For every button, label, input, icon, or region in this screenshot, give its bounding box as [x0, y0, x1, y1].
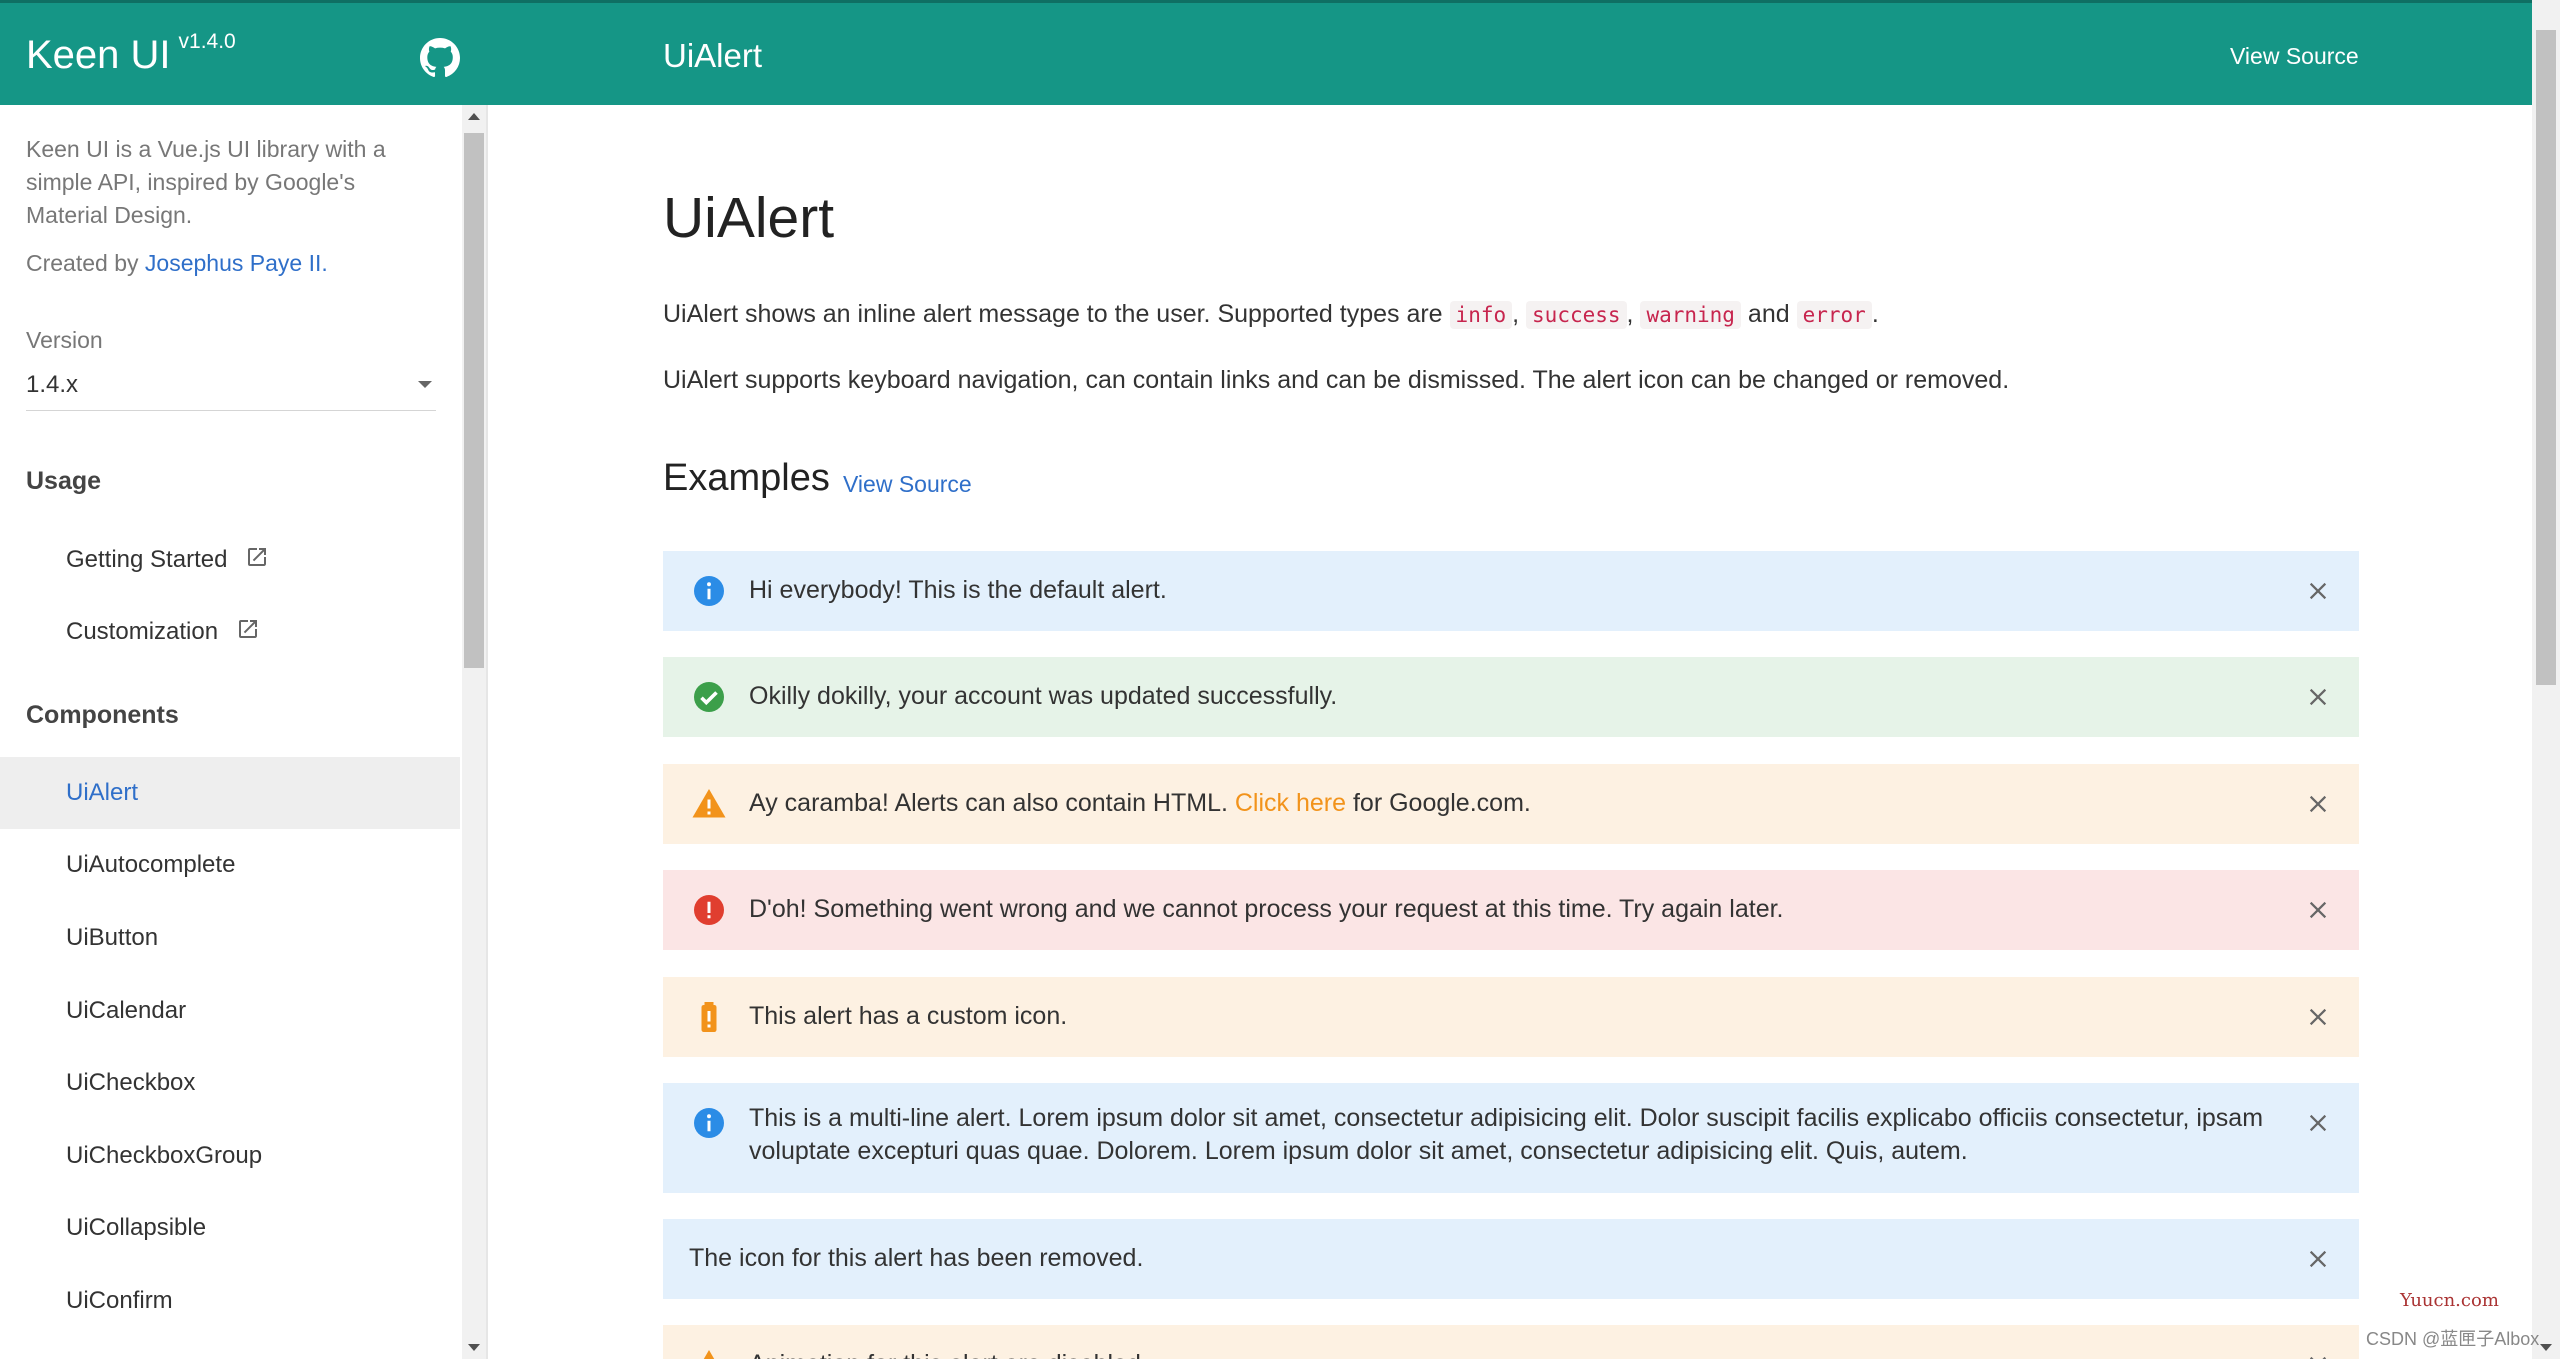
- intro-paragraph: UiAlert shows an inline alert message to…: [663, 300, 1879, 329]
- sidebar-item-label: UiAlert: [66, 779, 139, 806]
- watermark-site: Yuucn.com: [2400, 1290, 2499, 1311]
- alert-message: This alert has a custom icon.: [749, 1002, 1068, 1030]
- app-header: Keen UI v1.4.0 UiAlert View Source: [0, 0, 2532, 105]
- scroll-up-icon[interactable]: [468, 113, 480, 120]
- alert-multi-line: This is a multi-line alert. Lorem ipsum …: [663, 1083, 2359, 1193]
- usage-heading: Usage: [26, 467, 102, 495]
- alert-message: This is a multi-line alert. Lorem ipsum …: [749, 1104, 2264, 1165]
- alert-success: Okilly dokilly, your account was updated…: [663, 657, 2359, 737]
- sidebar-description: Keen UI is a Vue.js UI library with a si…: [26, 136, 386, 228]
- alert-message: Animation for this alert are disabled.: [749, 1348, 2269, 1359]
- github-icon[interactable]: [420, 38, 460, 78]
- type-success: success: [1526, 301, 1627, 329]
- sidebar-scrollbar[interactable]: [462, 105, 486, 1359]
- brand[interactable]: Keen UI v1.4.0: [26, 30, 236, 78]
- info-icon: [694, 576, 724, 606]
- brand-version: v1.4.0: [178, 30, 236, 53]
- sidebar-item-uicheckboxgroup[interactable]: UiCheckboxGroup: [0, 1120, 460, 1192]
- close-icon[interactable]: [2307, 1248, 2329, 1270]
- alert-no-icon: The icon for this alert has been removed…: [663, 1219, 2359, 1299]
- error-icon: [694, 895, 724, 925]
- alert-text-before: Ay caramba! Alerts can also contain HTML…: [749, 789, 1235, 817]
- alert-message: D'oh! Something went wrong and we cannot…: [749, 895, 1784, 923]
- components-heading: Components: [26, 701, 179, 729]
- header-view-source-link[interactable]: View Source: [2230, 43, 2359, 70]
- author-link[interactable]: Josephus Paye II.: [145, 250, 328, 276]
- sidebar-item-uicheckbox[interactable]: UiCheckbox: [0, 1047, 460, 1119]
- watermark-credit: CSDN @蓝匣子Albox: [2366, 1329, 2540, 1349]
- alert-message: Okilly dokilly, your account was updated…: [749, 682, 1338, 710]
- alert-message: Ay caramba! Alerts can also contain HTML…: [749, 787, 2269, 820]
- intro-and: and: [1747, 300, 1790, 328]
- examples-heading: Examples: [663, 457, 830, 499]
- alert-info: Hi everybody! This is the default alert.: [663, 551, 2359, 631]
- sidebar-item-label: Getting Started: [66, 546, 228, 573]
- sidebar-item-label: Customization: [66, 618, 219, 645]
- sidebar-item-uicalendar[interactable]: UiCalendar: [0, 975, 460, 1047]
- sidebar-item-label: UiAutocomplete: [66, 851, 236, 878]
- brand-name[interactable]: Keen UI: [26, 33, 171, 77]
- alert-message: Hi everybody! This is the default alert.: [749, 576, 1167, 604]
- intro-period: .: [1871, 300, 1879, 328]
- close-icon[interactable]: [2307, 686, 2329, 708]
- type-warning: warning: [1640, 301, 1741, 329]
- sidebar-scrollbar-thumb[interactable]: [464, 133, 484, 668]
- header-title: UiAlert: [663, 37, 763, 74]
- page-scrollbar-thumb[interactable]: [2536, 30, 2556, 685]
- sidebar-item-label: UiCheckbox: [66, 1069, 196, 1096]
- type-info: info: [1449, 301, 1513, 329]
- sidebar-item-getting-started[interactable]: Getting Started: [0, 523, 460, 595]
- close-icon[interactable]: [2307, 1006, 2329, 1028]
- sidebar-item-uialert[interactable]: UiAlert: [0, 757, 460, 829]
- alert-custom-icon: This alert has a custom icon.: [663, 977, 2359, 1057]
- sidebar-item-uicollapsible[interactable]: UiCollapsible: [0, 1192, 460, 1264]
- alert-text-after: for Google.com.: [1346, 789, 1531, 817]
- close-icon[interactable]: [2307, 580, 2329, 602]
- sidebar-item-uiconfirm[interactable]: UiConfirm: [0, 1265, 460, 1337]
- type-error: error: [1796, 301, 1872, 329]
- sidebar-item-label: UiCheckboxGroup: [66, 1142, 263, 1169]
- external-link-icon: [239, 620, 258, 638]
- close-icon[interactable]: [2307, 793, 2329, 815]
- close-icon[interactable]: [2307, 1112, 2329, 1134]
- version-label: Version: [26, 327, 103, 353]
- sidebar-item-uiautocomplete[interactable]: UiAutocomplete: [0, 829, 460, 901]
- examples-view-source-link[interactable]: View Source: [843, 471, 972, 498]
- close-icon[interactable]: [2307, 899, 2329, 921]
- page-scrollbar[interactable]: [2532, 0, 2560, 1359]
- caret-down-icon: [418, 381, 432, 388]
- sidebar: Keen UI is a Vue.js UI library with a si…: [0, 105, 460, 1359]
- intro-paragraph-2: UiAlert supports keyboard navigation, ca…: [663, 366, 2010, 394]
- scroll-down-icon[interactable]: [468, 1344, 480, 1351]
- version-value: 1.4.x: [26, 371, 79, 398]
- sidebar-item-label: UiCollapsible: [66, 1214, 207, 1241]
- warning-icon: [692, 789, 726, 818]
- alert-message: The icon for this alert has been removed…: [689, 1244, 1144, 1272]
- sidebar-item-customization[interactable]: Customization: [0, 595, 460, 667]
- warning-icon: [703, 1350, 715, 1359]
- page-title: UiAlert: [663, 186, 835, 250]
- battery-alert-icon: [701, 1002, 717, 1032]
- main-content: UiAlert UiAlert shows an inline alert me…: [488, 105, 2532, 1359]
- credit-prefix: Created by: [26, 250, 145, 276]
- external-link-icon: [248, 548, 267, 566]
- check-circle-icon: [694, 682, 724, 712]
- scroll-down-icon[interactable]: [2540, 1344, 2552, 1351]
- sidebar-item-label: UiCalendar: [66, 997, 187, 1024]
- close-icon[interactable]: [2307, 1354, 2329, 1359]
- sidebar-item-uibutton[interactable]: UiButton: [0, 902, 460, 974]
- intro-text: UiAlert shows an inline alert message to…: [663, 300, 1450, 328]
- alert-error: D'oh! Something went wrong and we cannot…: [663, 870, 2359, 950]
- info-icon: [694, 1108, 724, 1138]
- alert-warning: Ay caramba! Alerts can also contain HTML…: [663, 764, 2359, 844]
- sidebar-credit: Created by Josephus Paye II.: [26, 250, 328, 277]
- version-select[interactable]: 1.4.x: [26, 363, 436, 411]
- sidebar-item-label: UiButton: [66, 924, 159, 951]
- click-here-link[interactable]: Click here: [1235, 789, 1346, 817]
- alert-no-animation: Animation for this alert are disabled.: [663, 1325, 2359, 1359]
- sidebar-item-label: UiConfirm: [66, 1287, 173, 1314]
